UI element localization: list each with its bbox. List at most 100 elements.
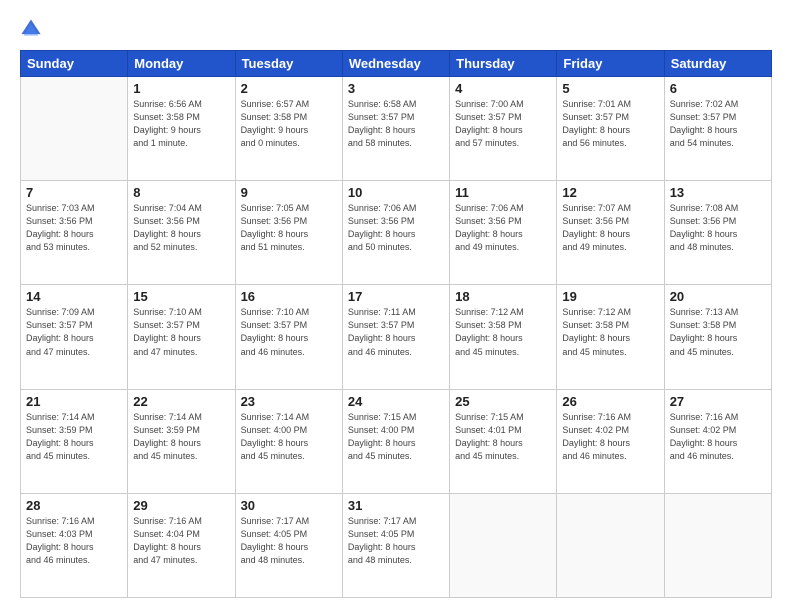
day-info: Sunrise: 7:16 AM Sunset: 4:02 PM Dayligh… [670, 411, 766, 463]
day-number: 26 [562, 394, 658, 409]
day-number: 10 [348, 185, 444, 200]
weekday-header-friday: Friday [557, 51, 664, 77]
day-number: 27 [670, 394, 766, 409]
day-number: 1 [133, 81, 229, 96]
calendar-cell: 18 Sunrise: 7:12 AM Sunset: 3:58 PM Dayli… [450, 285, 557, 389]
day-number: 14 [26, 289, 122, 304]
calendar-cell: 28 Sunrise: 7:16 AM Sunset: 4:03 PM Dayli… [21, 493, 128, 597]
day-number: 11 [455, 185, 551, 200]
day-info: Sunrise: 7:05 AM Sunset: 3:56 PM Dayligh… [241, 202, 337, 254]
day-info: Sunrise: 7:02 AM Sunset: 3:57 PM Dayligh… [670, 98, 766, 150]
calendar-cell: 16 Sunrise: 7:10 AM Sunset: 3:57 PM Dayli… [235, 285, 342, 389]
calendar-cell: 22 Sunrise: 7:14 AM Sunset: 3:59 PM Dayli… [128, 389, 235, 493]
calendar-table: SundayMondayTuesdayWednesdayThursdayFrid… [20, 50, 772, 598]
calendar-cell: 4 Sunrise: 7:00 AM Sunset: 3:57 PM Daylig… [450, 77, 557, 181]
calendar-cell: 7 Sunrise: 7:03 AM Sunset: 3:56 PM Daylig… [21, 181, 128, 285]
day-number: 20 [670, 289, 766, 304]
calendar-cell: 20Sunrise: 7:13 AM Sunset: 3:58 PM Dayli… [664, 285, 771, 389]
calendar-cell: 29Sunrise: 7:16 AM Sunset: 4:04 PM Dayli… [128, 493, 235, 597]
day-number: 8 [133, 185, 229, 200]
calendar-cell: 9 Sunrise: 7:05 AM Sunset: 3:56 PM Daylig… [235, 181, 342, 285]
calendar-cell: 27 Sunrise: 7:16 AM Sunset: 4:02 PM Dayli… [664, 389, 771, 493]
day-number: 22 [133, 394, 229, 409]
day-info: Sunrise: 7:06 AM Sunset: 3:56 PM Dayligh… [455, 202, 551, 254]
weekday-header-sunday: Sunday [21, 51, 128, 77]
calendar-cell [664, 493, 771, 597]
calendar-cell: 26 Sunrise: 7:16 AM Sunset: 4:02 PM Dayli… [557, 389, 664, 493]
day-info: Sunrise: 7:15 AM Sunset: 4:00 PM Dayligh… [348, 411, 444, 463]
calendar-cell: 2 Sunrise: 6:57 AM Sunset: 3:58 PM Daylig… [235, 77, 342, 181]
day-info: Sunrise: 7:10 AM Sunset: 3:57 PM Dayligh… [133, 306, 229, 358]
day-info: Sunrise: 7:16 AM Sunset: 4:04 PM Dayligh… [133, 515, 229, 567]
calendar-cell: 1 Sunrise: 6:56 AM Sunset: 3:58 PM Daylig… [128, 77, 235, 181]
day-info: Sunrise: 7:04 AM Sunset: 3:56 PM Dayligh… [133, 202, 229, 254]
calendar-cell: 24 Sunrise: 7:15 AM Sunset: 4:00 PM Dayli… [342, 389, 449, 493]
day-info: Sunrise: 7:06 AM Sunset: 3:56 PM Dayligh… [348, 202, 444, 254]
calendar-cell: 10 Sunrise: 7:06 AM Sunset: 3:56 PM Dayli… [342, 181, 449, 285]
day-number: 18 [455, 289, 551, 304]
day-info: Sunrise: 7:17 AM Sunset: 4:05 PM Dayligh… [241, 515, 337, 567]
day-number: 3 [348, 81, 444, 96]
day-info: Sunrise: 7:12 AM Sunset: 3:58 PM Dayligh… [455, 306, 551, 358]
day-info: Sunrise: 7:15 AM Sunset: 4:01 PM Dayligh… [455, 411, 551, 463]
day-number: 23 [241, 394, 337, 409]
day-info: Sunrise: 7:11 AM Sunset: 3:57 PM Dayligh… [348, 306, 444, 358]
day-number: 4 [455, 81, 551, 96]
day-info: Sunrise: 6:56 AM Sunset: 3:58 PM Dayligh… [133, 98, 229, 150]
calendar-cell: 14Sunrise: 7:09 AM Sunset: 3:57 PM Dayli… [21, 285, 128, 389]
weekday-header-thursday: Thursday [450, 51, 557, 77]
calendar-cell: 8 Sunrise: 7:04 AM Sunset: 3:56 PM Daylig… [128, 181, 235, 285]
week-row-4: 28 Sunrise: 7:16 AM Sunset: 4:03 PM Dayli… [21, 493, 772, 597]
calendar-cell: 30Sunrise: 7:17 AM Sunset: 4:05 PM Dayli… [235, 493, 342, 597]
day-number: 2 [241, 81, 337, 96]
calendar-cell: 17 Sunrise: 7:11 AM Sunset: 3:57 PM Dayli… [342, 285, 449, 389]
day-info: Sunrise: 6:58 AM Sunset: 3:57 PM Dayligh… [348, 98, 444, 150]
day-number: 12 [562, 185, 658, 200]
day-info: Sunrise: 7:07 AM Sunset: 3:56 PM Dayligh… [562, 202, 658, 254]
calendar-cell [450, 493, 557, 597]
week-row-1: 7 Sunrise: 7:03 AM Sunset: 3:56 PM Daylig… [21, 181, 772, 285]
day-info: Sunrise: 7:00 AM Sunset: 3:57 PM Dayligh… [455, 98, 551, 150]
day-info: Sunrise: 6:57 AM Sunset: 3:58 PM Dayligh… [241, 98, 337, 150]
page: SundayMondayTuesdayWednesdayThursdayFrid… [0, 0, 792, 612]
day-info: Sunrise: 7:01 AM Sunset: 3:57 PM Dayligh… [562, 98, 658, 150]
weekday-header-saturday: Saturday [664, 51, 771, 77]
calendar-cell: 31 Sunrise: 7:17 AM Sunset: 4:05 PM Dayli… [342, 493, 449, 597]
week-row-3: 21 Sunrise: 7:14 AM Sunset: 3:59 PM Dayli… [21, 389, 772, 493]
day-number: 31 [348, 498, 444, 513]
day-info: Sunrise: 7:17 AM Sunset: 4:05 PM Dayligh… [348, 515, 444, 567]
day-info: Sunrise: 7:16 AM Sunset: 4:03 PM Dayligh… [26, 515, 122, 567]
day-number: 25 [455, 394, 551, 409]
header [20, 18, 772, 40]
calendar-cell: 6Sunrise: 7:02 AM Sunset: 3:57 PM Daylig… [664, 77, 771, 181]
calendar-cell: 25 Sunrise: 7:15 AM Sunset: 4:01 PM Dayli… [450, 389, 557, 493]
weekday-header-row: SundayMondayTuesdayWednesdayThursdayFrid… [21, 51, 772, 77]
day-number: 15 [133, 289, 229, 304]
day-number: 7 [26, 185, 122, 200]
day-number: 9 [241, 185, 337, 200]
day-number: 28 [26, 498, 122, 513]
calendar-cell: 21 Sunrise: 7:14 AM Sunset: 3:59 PM Dayli… [21, 389, 128, 493]
week-row-2: 14Sunrise: 7:09 AM Sunset: 3:57 PM Dayli… [21, 285, 772, 389]
calendar-cell [21, 77, 128, 181]
day-number: 5 [562, 81, 658, 96]
day-info: Sunrise: 7:16 AM Sunset: 4:02 PM Dayligh… [562, 411, 658, 463]
day-number: 16 [241, 289, 337, 304]
day-number: 24 [348, 394, 444, 409]
day-info: Sunrise: 7:10 AM Sunset: 3:57 PM Dayligh… [241, 306, 337, 358]
day-number: 17 [348, 289, 444, 304]
calendar-cell: 5 Sunrise: 7:01 AM Sunset: 3:57 PM Daylig… [557, 77, 664, 181]
day-info: Sunrise: 7:14 AM Sunset: 4:00 PM Dayligh… [241, 411, 337, 463]
day-info: Sunrise: 7:08 AM Sunset: 3:56 PM Dayligh… [670, 202, 766, 254]
day-number: 21 [26, 394, 122, 409]
day-info: Sunrise: 7:03 AM Sunset: 3:56 PM Dayligh… [26, 202, 122, 254]
calendar-cell: 11 Sunrise: 7:06 AM Sunset: 3:56 PM Dayli… [450, 181, 557, 285]
weekday-header-wednesday: Wednesday [342, 51, 449, 77]
day-info: Sunrise: 7:14 AM Sunset: 3:59 PM Dayligh… [26, 411, 122, 463]
weekday-header-monday: Monday [128, 51, 235, 77]
day-info: Sunrise: 7:14 AM Sunset: 3:59 PM Dayligh… [133, 411, 229, 463]
calendar-cell [557, 493, 664, 597]
day-info: Sunrise: 7:12 AM Sunset: 3:58 PM Dayligh… [562, 306, 658, 358]
calendar-cell: 12 Sunrise: 7:07 AM Sunset: 3:56 PM Dayli… [557, 181, 664, 285]
calendar-cell: 19Sunrise: 7:12 AM Sunset: 3:58 PM Dayli… [557, 285, 664, 389]
